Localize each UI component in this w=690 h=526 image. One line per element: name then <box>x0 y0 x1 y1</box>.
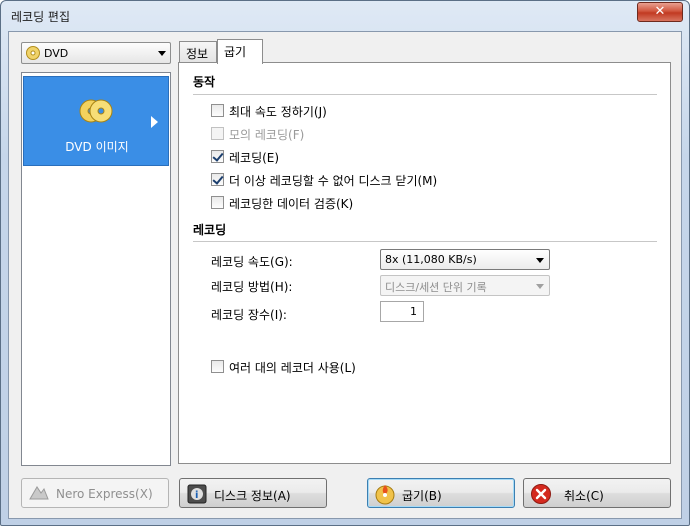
tab-burn[interactable]: 굽기 <box>217 39 263 64</box>
burn-label: 굽기(B) <box>402 489 442 503</box>
copies-label: 레코딩 장수(I): <box>211 308 287 322</box>
category-item-label: DVD 이미지 <box>65 140 129 154</box>
drive-select-value: DVD <box>44 47 69 60</box>
nero-express-label: Nero Express(X) <box>56 487 153 501</box>
nero-express-button: Nero Express(X) <box>21 478 169 508</box>
category-list: DVD 이미지 <box>21 72 171 466</box>
svg-text:i: i <box>195 490 198 501</box>
disc-info-button[interactable]: i 디스크 정보(A) <box>179 478 327 508</box>
checkbox <box>211 127 224 140</box>
close-button[interactable]: ✕ <box>637 2 683 22</box>
section-action-title: 동작 <box>193 75 216 89</box>
category-item-dvd-image[interactable]: DVD 이미지 <box>23 76 169 166</box>
disc-info-label: 디스크 정보(A) <box>214 489 291 503</box>
cancel-button[interactable]: 취소(C) <box>523 478 671 508</box>
title-bar[interactable]: 레코딩 편집 ✕ <box>1 1 689 31</box>
divider <box>193 241 657 242</box>
speed-select-value: 8x (11,080 KB/s) <box>385 253 477 266</box>
dialog-client: DVD DVD 이미지 정보 굽기 동작 최대 속도 정하기(J) 모의 레코딩… <box>8 31 682 519</box>
burn-icon <box>375 485 395 505</box>
window-title: 레코딩 편집 <box>11 10 71 24</box>
speed-label: 레코딩 속도(G): <box>211 255 293 269</box>
checkbox[interactable] <box>211 173 224 186</box>
copies-input[interactable]: 1 <box>380 301 424 322</box>
cancel-icon <box>531 484 551 504</box>
burn-button[interactable]: 굽기(B) <box>367 478 515 508</box>
checkbox-label: 레코딩(E) <box>229 151 280 165</box>
drive-select[interactable]: DVD <box>21 42 171 64</box>
speed-select[interactable]: 8x (11,080 KB/s) <box>380 249 550 270</box>
disc-icon <box>26 46 40 60</box>
nero-express-icon <box>29 486 49 500</box>
chevron-down-icon <box>536 284 544 289</box>
checkbox[interactable] <box>211 196 224 209</box>
checkbox-label: 여러 대의 레코더 사용(L) <box>229 361 356 375</box>
close-icon: ✕ <box>654 4 666 19</box>
cancel-label: 취소(C) <box>564 489 604 503</box>
section-recording-title: 레코딩 <box>193 223 227 237</box>
chevron-down-icon <box>158 51 166 56</box>
chevron-right-icon <box>151 116 158 128</box>
checkbox-label: 레코딩한 데이터 검증(K) <box>229 197 354 211</box>
checkbox[interactable] <box>211 360 224 373</box>
checkbox-label: 더 이상 레코딩할 수 없어 디스크 닫기(M) <box>229 174 438 188</box>
burn-tab-page: 동작 최대 속도 정하기(J) 모의 레코딩(F) 레코딩(E) 더 이상 레코… <box>178 62 671 464</box>
chevron-down-icon <box>536 258 544 263</box>
tab-info[interactable]: 정보 <box>179 41 217 63</box>
burn-compilation-window: 레코딩 편집 ✕ DVD DVD 이미지 정보 굽기 동작 최대 속도 정하기(… <box>0 0 690 526</box>
checkbox[interactable] <box>211 104 224 117</box>
method-label: 레코딩 방법(H): <box>211 280 293 294</box>
method-select-value: 디스크/세션 단위 기록 <box>385 281 487 294</box>
checkbox-label: 모의 레코딩(F) <box>229 128 305 142</box>
checkbox[interactable] <box>211 150 224 163</box>
dvd-discs-icon <box>79 99 113 123</box>
checkbox-label: 최대 속도 정하기(J) <box>229 105 327 119</box>
disc-info-icon: i <box>187 484 207 504</box>
divider <box>193 94 657 95</box>
method-select: 디스크/세션 단위 기록 <box>380 275 550 296</box>
